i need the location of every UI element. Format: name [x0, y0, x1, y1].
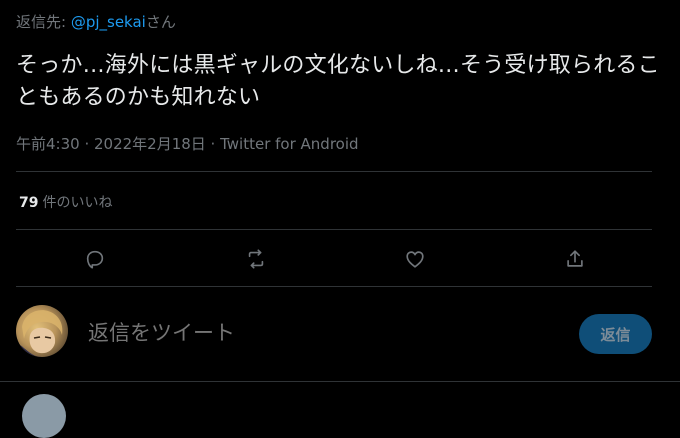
likes-stat[interactable]: 79 件のいいね: [19, 192, 112, 212]
reply-tweet-input[interactable]: [86, 317, 560, 351]
share-button[interactable]: [562, 246, 588, 272]
likes-label: 件のいいね: [42, 195, 113, 211]
tweet-timestamp[interactable]: 午前4:30 · 2022年2月18日 · Twitter for Androi…: [16, 133, 359, 154]
reply-icon: [86, 250, 104, 269]
share-icon: [567, 250, 583, 267]
like-button[interactable]: [402, 246, 428, 272]
divider-bottom: [16, 286, 652, 287]
heart-icon: [406, 251, 424, 268]
reply-handle-link[interactable]: @pj_sekai: [71, 13, 146, 31]
divider-middle: [16, 229, 652, 230]
retweet-icon: [248, 249, 264, 269]
tweet-text: そっか…海外には黒ギャルの文化ないしね…そう受け取られることもあるのかも知れない: [16, 53, 660, 110]
reply-submit-button[interactable]: 返信: [579, 314, 652, 354]
avatar-illustration: [20, 310, 63, 357]
retweet-button[interactable]: [243, 246, 269, 272]
reply-suffix: さん: [145, 13, 176, 31]
reply-prefix: 返信先:: [16, 13, 71, 31]
reply-button-action[interactable]: [82, 246, 108, 272]
divider-top: [16, 171, 652, 172]
reply-context: 返信先: @pj_sekaiさん: [16, 11, 176, 32]
divider-replies: [0, 381, 680, 382]
avatar: [16, 305, 68, 357]
likes-count: 79: [19, 195, 39, 211]
